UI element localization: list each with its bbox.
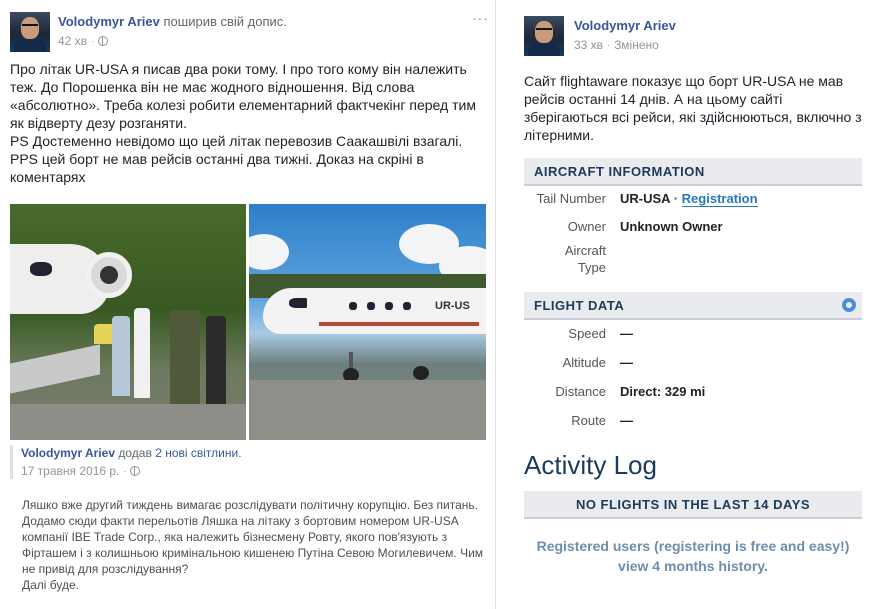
more-icon[interactable]: ··· xyxy=(472,10,489,26)
author-name[interactable]: Volodymyr Ariev xyxy=(574,18,676,33)
post-paragraph: PPS цей борт не мав рейсів останні два т… xyxy=(10,151,424,185)
flight-data-header: FLIGHT DATA xyxy=(524,292,862,320)
distance-label: Distance xyxy=(555,384,606,399)
post-paragraph: PS Достеменно невідомо що цей літак пере… xyxy=(10,133,463,149)
post-action: поширив свій допис. xyxy=(163,14,287,29)
shared-post-header: Volodymyr Ariev додав 2 нові світлини. 1… xyxy=(10,445,486,479)
author-name[interactable]: Volodymyr Ariev xyxy=(58,14,160,29)
owner-label: Owner xyxy=(567,219,606,234)
aircraft-info-header: AIRCRAFT INFORMATION xyxy=(524,158,862,186)
shared-photos-link[interactable]: 2 нові світлини xyxy=(155,446,238,460)
left-post: Volodymyr Ariev поширив свій допис. 42 х… xyxy=(0,0,496,609)
activity-log-title: Activity Log xyxy=(524,450,657,480)
owner-value: Unknown Owner xyxy=(620,219,723,234)
left-post-header: Volodymyr Ariev поширив свій допис. 42 х… xyxy=(10,12,287,52)
shared-action-end: . xyxy=(238,446,242,460)
speed-value: — xyxy=(620,326,633,341)
avatar[interactable] xyxy=(10,12,50,52)
registered-users-note[interactable]: Registered users (registering is free an… xyxy=(532,536,854,576)
registration-link[interactable]: Registration xyxy=(681,191,758,207)
shared-post-body: Ляшко вже другий тиждень вимагає розслід… xyxy=(22,497,488,593)
photo-boarding[interactable] xyxy=(10,204,246,440)
globe-icon xyxy=(98,36,109,46)
route-value: — xyxy=(620,413,633,428)
speed-label: Speed xyxy=(568,326,606,341)
avatar[interactable] xyxy=(524,16,564,56)
post-paragraph: Про літак UR-USA я писав два роки тому. … xyxy=(10,61,476,131)
altitude-label: Altitude xyxy=(562,355,606,370)
post-time[interactable]: 33 хв xyxy=(574,37,603,53)
post-time[interactable]: 42 хв xyxy=(58,33,87,49)
tail-number-label: Tail Number xyxy=(536,191,606,206)
aircraft-info-title: AIRCRAFT INFORMATION xyxy=(534,164,705,179)
altitude-value: — xyxy=(620,355,633,370)
photo-jet[interactable]: UR-US xyxy=(249,204,486,440)
separator-dot: · xyxy=(673,191,679,206)
screenshot-stage: Volodymyr Ariev поширив свій допис. 42 х… xyxy=(0,0,874,609)
shared-author-name[interactable]: Volodymyr Ariev xyxy=(21,446,115,460)
distance-value: Direct: 329 mi xyxy=(620,384,706,399)
edited-label[interactable]: Змінено xyxy=(614,37,659,53)
right-post-header: Volodymyr Ariev 33 хв · Змінено xyxy=(524,16,676,56)
right-post-body: Сайт flightaware показує що борт UR-USA … xyxy=(524,73,862,143)
photo-reg-text: UR-US xyxy=(435,300,470,312)
chevron-down-icon: · xyxy=(91,36,95,46)
flight-data-title: FLIGHT DATA xyxy=(534,298,625,313)
shared-date[interactable]: 17 травня 2016 р. xyxy=(21,463,119,479)
shared-action: додав xyxy=(118,446,152,460)
post-body: Про літак UR-USA я писав два роки тому. … xyxy=(10,60,486,186)
separator-dot: · xyxy=(607,40,611,50)
separator-dot: · xyxy=(123,466,127,476)
tail-number-value: UR-USA xyxy=(620,191,671,206)
no-flights-banner: NO FLIGHTS IN THE LAST 14 DAYS xyxy=(524,491,862,519)
gear-icon[interactable] xyxy=(842,298,856,312)
aircraft-type-label: Aircraft Type xyxy=(564,243,606,275)
globe-icon xyxy=(130,466,141,476)
shared-paragraph: Ляшко вже другий тиждень вимагає розслід… xyxy=(22,498,484,576)
right-post: Volodymyr Ariev 33 хв · Змінено Сайт fli… xyxy=(512,0,874,609)
route-label: Route xyxy=(571,413,606,428)
shared-paragraph: Далі буде. xyxy=(22,578,80,592)
